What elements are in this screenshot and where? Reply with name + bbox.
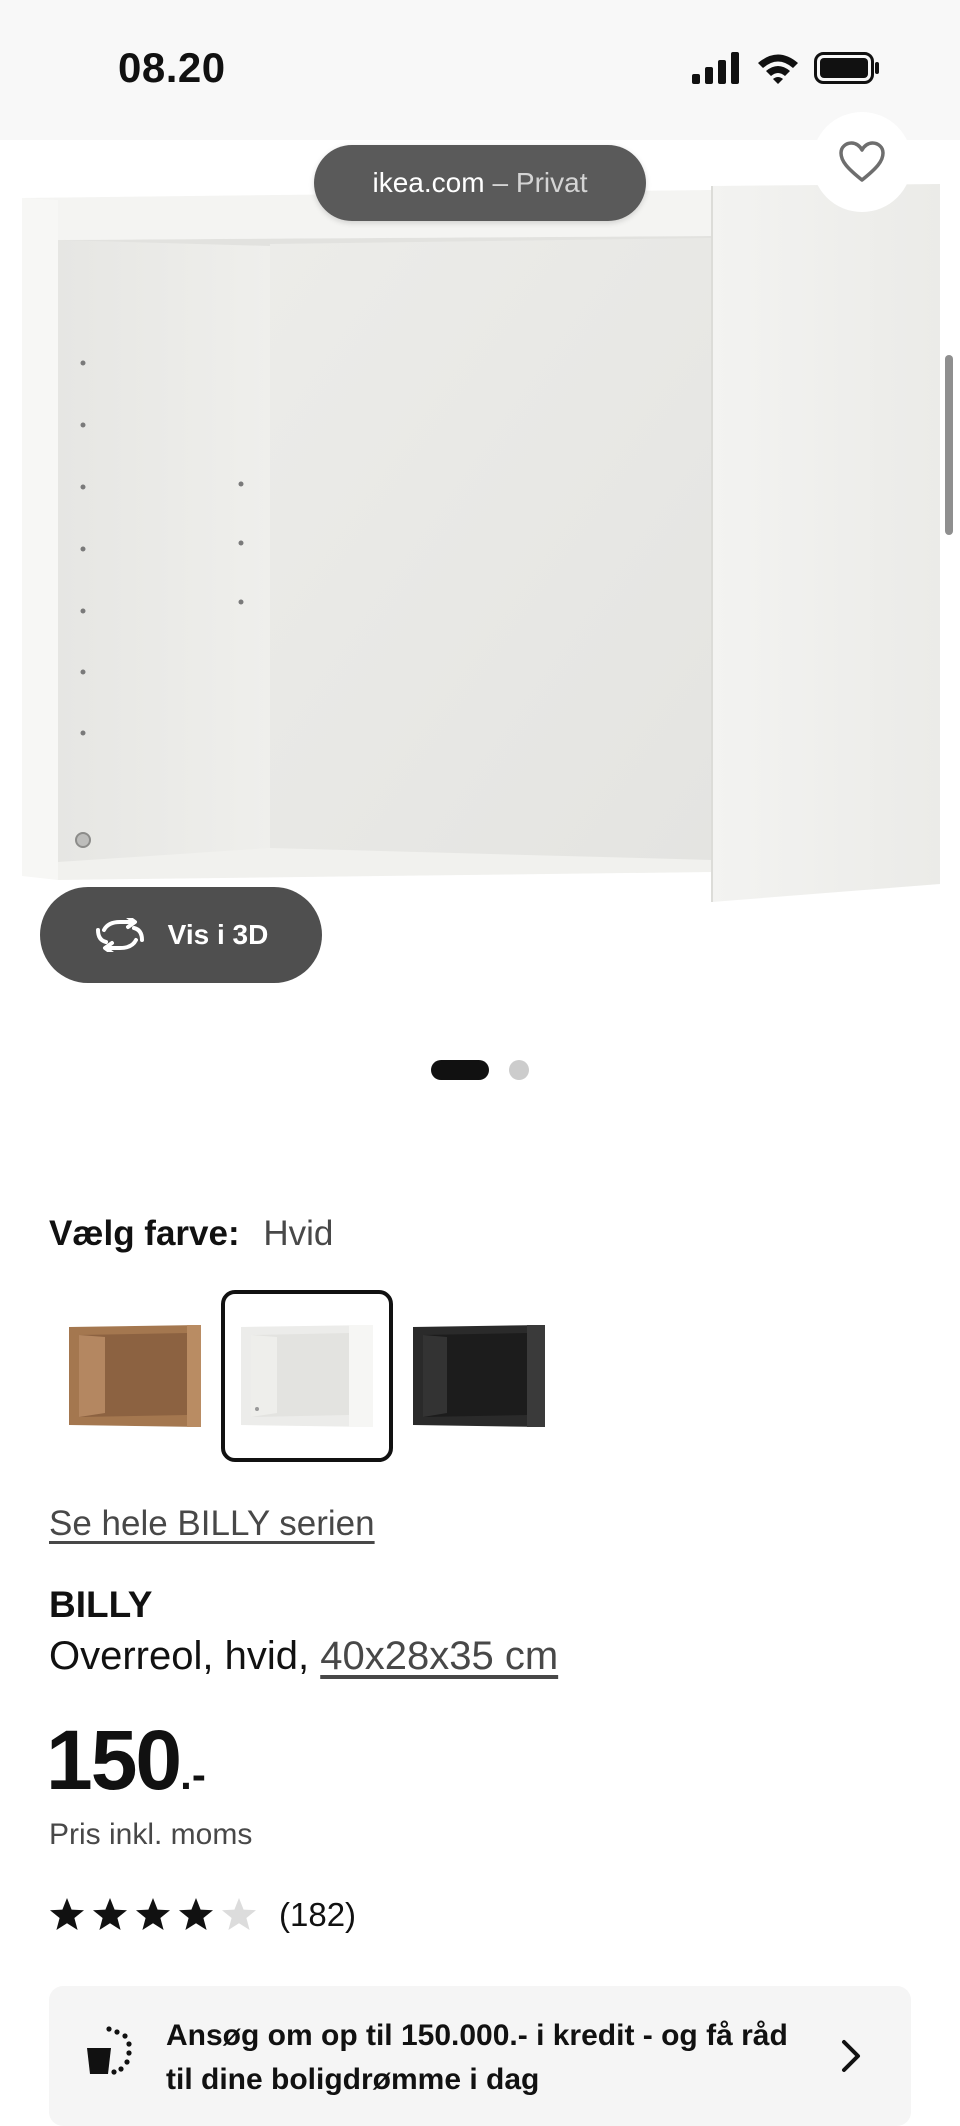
- walnut-shelf-thumbnail: [69, 1325, 201, 1427]
- status-bar: 08.20: [0, 0, 960, 140]
- color-swatch-walnut[interactable]: [49, 1290, 221, 1462]
- product-type: Overreol, hvid,: [49, 1634, 310, 1678]
- credit-plant-icon: [87, 2026, 132, 2075]
- browsing-mode: – Privat: [492, 167, 588, 198]
- rating-count: (182): [279, 1896, 357, 1933]
- color-label: Vælg farve:: [49, 1214, 240, 1253]
- heart-icon: [839, 141, 885, 182]
- color-swatches: [49, 1290, 565, 1462]
- chevron-right-icon: [842, 2040, 860, 2072]
- price-value: 150: [46, 1713, 182, 1807]
- color-swatch-white[interactable]: [221, 1290, 393, 1462]
- color-swatch-black[interactable]: [393, 1290, 565, 1462]
- image-pagination: [0, 1060, 960, 1080]
- product-description: Overreol, hvid, 40x28x35 cm: [49, 1634, 558, 1679]
- url-domain: ikea.com: [372, 167, 485, 198]
- cellular-signal-icon: [692, 52, 739, 84]
- wifi-icon: [758, 54, 798, 84]
- pagination-dot[interactable]: [509, 1060, 529, 1080]
- pagination-dot-active[interactable]: [431, 1060, 489, 1080]
- credit-banner-text: Ansøg om op til 150.000.- i kredit - og …: [166, 2019, 788, 2096]
- favorite-button[interactable]: [812, 112, 912, 212]
- product-price: 150.-: [46, 1712, 206, 1809]
- rotate-3d-icon: [95, 918, 144, 952]
- view-in-3d-button[interactable]: Vis i 3D: [40, 887, 322, 983]
- color-selector-label: Vælg farve: Hvid: [49, 1214, 333, 1254]
- price-note: Pris inkl. moms: [49, 1818, 253, 1851]
- price-suffix: .-: [180, 1751, 206, 1798]
- product-rating[interactable]: (182): [49, 1896, 356, 1934]
- product-name: BILLY: [49, 1584, 153, 1625]
- scroll-indicator[interactable]: [945, 355, 953, 535]
- view-in-3d-label: Vis i 3D: [167, 919, 269, 950]
- battery-icon: [814, 52, 879, 84]
- white-shelf-thumbnail: [241, 1325, 373, 1427]
- see-series-link[interactable]: Se hele BILLY serien: [49, 1504, 375, 1544]
- url-pill[interactable]: ikea.com – Privat: [314, 145, 646, 221]
- credit-banner[interactable]: Ansøg om op til 150.000.- i kredit - og …: [49, 1986, 911, 2126]
- status-icons: [692, 52, 880, 84]
- black-shelf-thumbnail: [413, 1325, 545, 1427]
- color-selected-value: Hvid: [263, 1214, 334, 1253]
- status-time: 08.20: [118, 44, 226, 91]
- product-dimensions-link[interactable]: 40x28x35 cm: [320, 1634, 558, 1678]
- rating-stars-icon: [50, 1898, 256, 1930]
